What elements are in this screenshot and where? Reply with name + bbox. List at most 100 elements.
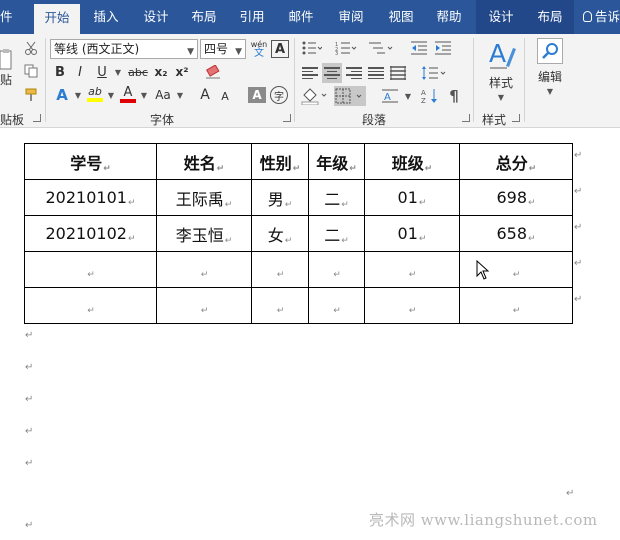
table-cell[interactable]: 二↵ [308, 215, 365, 252]
text-effects-dropdown[interactable]: ▼ [72, 86, 82, 104]
cell-end-mark: ↵ [284, 235, 293, 246]
font-color-dropdown[interactable]: ▼ [138, 86, 148, 104]
table-cell[interactable]: ↵ [308, 251, 365, 288]
header-cell[interactable]: 班级↵ [364, 143, 460, 180]
cut-button[interactable] [22, 39, 40, 57]
tab-insert[interactable]: 插入 [84, 0, 128, 34]
asian-layout-dropdown[interactable]: ▼ [402, 86, 412, 106]
editing-label: 编辑 [537, 70, 562, 84]
table-cell[interactable]: ↵ [156, 251, 252, 288]
sort-button[interactable]: AZ [420, 86, 440, 106]
styles-button[interactable]: A 样式 ▼ [478, 38, 524, 110]
header-cell[interactable]: 总分↵ [459, 143, 573, 180]
tab-references[interactable]: 引用 [230, 0, 274, 34]
justify-button[interactable] [366, 63, 386, 83]
editing-button[interactable]: 编辑 ▼ [530, 38, 570, 104]
enclose-characters-button[interactable]: 字 [270, 86, 288, 104]
tab-help[interactable]: 帮助 [426, 0, 472, 34]
subscript-button[interactable]: x₂ [152, 63, 170, 81]
table-cell[interactable]: 658↵ [459, 215, 573, 252]
table-cell[interactable]: ↵ [251, 251, 309, 288]
underline-dropdown[interactable]: ▼ [111, 63, 123, 81]
highlight-button[interactable]: ab [85, 84, 105, 104]
distributed-button[interactable] [388, 63, 408, 83]
underline-button[interactable]: U [94, 63, 110, 81]
change-case-button[interactable]: Aa [152, 86, 174, 104]
clear-formatting-button[interactable] [203, 63, 223, 81]
shading-button[interactable] [300, 86, 330, 106]
table-cell[interactable]: 王际禹↵ [156, 179, 252, 216]
table-cell[interactable]: 698↵ [459, 179, 573, 216]
paste-label[interactable]: 贴 [0, 72, 18, 87]
clipboard-launcher-icon[interactable] [33, 114, 41, 122]
tab-design[interactable]: 设计 [134, 0, 178, 34]
bullets-button[interactable] [301, 40, 323, 56]
table-cell[interactable]: 男↵ [251, 179, 309, 216]
header-cell[interactable]: 姓名↵ [156, 143, 252, 180]
format-painter-button[interactable] [22, 86, 40, 104]
strikethrough-button[interactable]: abc [126, 63, 150, 81]
table-cell[interactable]: 20210102↵ [24, 215, 157, 252]
tell-me-search[interactable]: 告诉 [583, 0, 620, 34]
table-cell[interactable]: ↵ [364, 287, 460, 324]
table-cell[interactable]: ↵ [156, 287, 252, 324]
change-case-dropdown[interactable]: ▼ [174, 86, 184, 104]
paragraph-mark: ↵ [25, 394, 34, 405]
header-cell[interactable]: 性别↵ [251, 143, 309, 180]
table-cell[interactable]: 李玉恒↵ [156, 215, 252, 252]
font-launcher-icon[interactable] [283, 114, 291, 122]
shrink-font-button[interactable]: A [218, 88, 232, 104]
copy-button[interactable] [22, 62, 40, 80]
table-cell[interactable]: 01↵ [364, 179, 460, 216]
align-right-button[interactable] [344, 63, 364, 83]
table-cell[interactable]: 20210101↵ [24, 179, 157, 216]
superscript-button[interactable]: x² [173, 63, 191, 81]
text-effects-button[interactable]: A [52, 86, 72, 104]
table-cell[interactable]: 女↵ [251, 215, 309, 252]
table-cell[interactable]: ↵ [24, 251, 157, 288]
character-border-button[interactable]: A [271, 40, 289, 58]
line-spacing-button[interactable] [420, 63, 448, 83]
tab-table-design[interactable]: 设计 [476, 0, 526, 34]
grade-table[interactable]: 学号↵ 姓名↵ 性别↵ 年级↵ 班级↵ 总分↵ 20210101↵ 王际禹↵ 男… [24, 143, 573, 324]
cell-text: 女 [267, 225, 284, 245]
table-cell[interactable]: ↵ [24, 287, 157, 324]
font-size-combo[interactable]: 四号 ▼ [200, 39, 246, 59]
asian-layout-button[interactable]: A [380, 86, 400, 106]
tab-review[interactable]: 审阅 [328, 0, 374, 34]
highlight-dropdown[interactable]: ▼ [105, 86, 115, 104]
multilevel-list-button[interactable] [368, 40, 394, 56]
styles-launcher-icon[interactable] [512, 114, 520, 122]
header-cell[interactable]: 学号↵ [24, 143, 157, 180]
phonetic-guide-button[interactable]: wén 文 [249, 38, 269, 60]
tab-file[interactable]: 件 [0, 0, 16, 34]
table-cell[interactable]: 二↵ [308, 179, 365, 216]
character-shading-button[interactable]: A [248, 87, 266, 103]
table-cell[interactable]: ↵ [251, 287, 309, 324]
bold-button[interactable]: B [52, 63, 68, 81]
table-cell[interactable]: ↵ [364, 251, 460, 288]
increase-indent-button[interactable] [434, 40, 452, 56]
italic-button[interactable]: I [72, 63, 88, 81]
borders-button[interactable] [334, 86, 366, 106]
show-formatting-marks-button[interactable]: ¶ [444, 86, 464, 106]
table-cell[interactable]: ↵ [459, 287, 573, 324]
header-cell[interactable]: 年级↵ [308, 143, 365, 180]
align-center-button[interactable] [322, 63, 342, 83]
paragraph-mark: ↵ [25, 426, 34, 437]
tab-view[interactable]: 视图 [378, 0, 424, 34]
table-cell[interactable]: ↵ [308, 287, 365, 324]
decrease-indent-button[interactable] [410, 40, 428, 56]
tab-home[interactable]: 开始 [34, 4, 80, 34]
align-left-button[interactable] [300, 63, 320, 83]
grow-font-button[interactable]: A [197, 86, 213, 104]
tab-layout[interactable]: 布局 [182, 0, 226, 34]
paragraph-launcher-icon[interactable] [462, 114, 470, 122]
table-cell[interactable]: 01↵ [364, 215, 460, 252]
numbering-button[interactable]: 123 [334, 40, 358, 56]
document-canvas[interactable]: 学号↵ 姓名↵ 性别↵ 年级↵ 班级↵ 总分↵ 20210101↵ 王际禹↵ 男… [0, 128, 620, 540]
font-name-combo[interactable]: 等线 (西文正文) ▼ [50, 39, 198, 59]
tab-mailings[interactable]: 邮件 [278, 0, 324, 34]
font-color-button[interactable]: A [118, 84, 138, 104]
tab-table-layout[interactable]: 布局 [526, 0, 574, 34]
